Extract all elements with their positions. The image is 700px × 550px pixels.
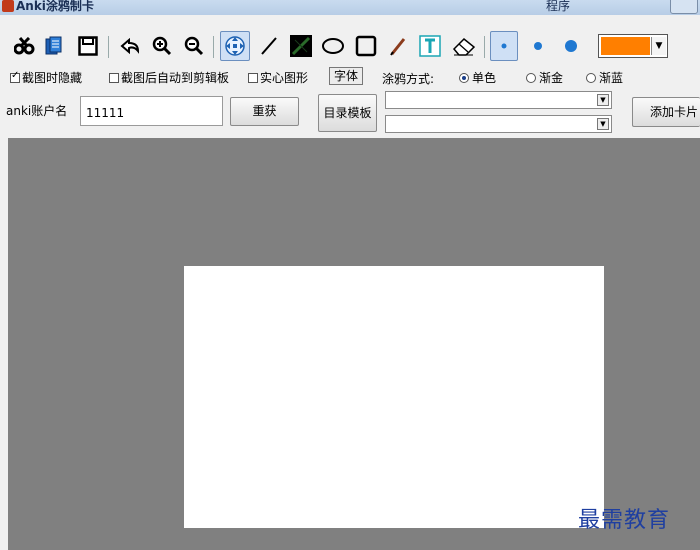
- chevron-down-icon[interactable]: ▼: [597, 94, 609, 106]
- brush-size-large-icon[interactable]: [558, 30, 584, 62]
- eraser-icon[interactable]: [450, 30, 478, 62]
- line-icon[interactable]: [258, 30, 280, 62]
- copy-after-capture-checkbox[interactable]: 截图后自动到剪辑板: [109, 69, 229, 86]
- toolbar: ▼: [0, 30, 700, 66]
- font-button[interactable]: 字体: [329, 67, 363, 85]
- fill-icon[interactable]: [288, 30, 314, 62]
- checkbox-label: 截图后自动到剪辑板: [121, 71, 230, 85]
- toolbar-separator: [213, 36, 214, 58]
- color-picker[interactable]: ▼: [598, 34, 668, 58]
- toolbar-separator: [108, 36, 109, 58]
- watermark: 最需教育: [578, 508, 671, 533]
- brush-size-medium-icon[interactable]: [526, 30, 550, 62]
- paint-mode-label: 涂鸦方式:: [382, 72, 435, 86]
- title-bar-text: 程序: [546, 0, 571, 13]
- radio-label: 单色: [472, 71, 497, 85]
- zoom-out-icon[interactable]: [182, 30, 206, 62]
- checkbox-label: 截图时隐藏: [22, 71, 83, 85]
- chevron-down-icon[interactable]: ▼: [597, 118, 609, 130]
- add-card-button[interactable]: 添加卡片: [632, 97, 700, 127]
- canvas-page[interactable]: [184, 266, 604, 528]
- move-icon[interactable]: [220, 31, 250, 61]
- save-icon[interactable]: [76, 30, 100, 62]
- reload-button[interactable]: 重获: [230, 97, 299, 126]
- radio-button[interactable]: [459, 72, 469, 83]
- current-color: [601, 37, 650, 55]
- paint-mode-gold-radio[interactable]: 渐金: [526, 69, 563, 86]
- paint-mode-blue-radio[interactable]: 渐蓝: [586, 69, 623, 86]
- copy-icon[interactable]: [42, 30, 66, 62]
- text-icon[interactable]: [418, 30, 442, 62]
- checkbox-label: 实心图形: [260, 71, 309, 85]
- cut-icon[interactable]: [12, 30, 38, 62]
- brush-size-small-icon[interactable]: [490, 31, 518, 61]
- radio-label: 渐金: [539, 71, 564, 85]
- checkbox-box[interactable]: [248, 72, 258, 83]
- paint-mode-solid-radio[interactable]: 单色: [459, 69, 496, 86]
- drawing-canvas[interactable]: [8, 138, 700, 550]
- account-input[interactable]: 11111: [80, 96, 223, 126]
- radio-label: 渐蓝: [599, 71, 624, 85]
- account-row: anki账户名 11111 重获 目录模板 ▼ ▼ 添加卡片: [0, 90, 700, 138]
- toolbar-separator: [484, 36, 485, 58]
- title-bar: Anki涂鸦制卡 程序: [0, 0, 700, 15]
- zoom-in-icon[interactable]: [150, 30, 174, 62]
- chevron-down-icon[interactable]: ▼: [651, 37, 666, 55]
- hide-on-capture-checkbox[interactable]: 截图时隐藏: [10, 69, 82, 86]
- solid-shape-checkbox[interactable]: 实心图形: [248, 69, 308, 86]
- window-title: Anki涂鸦制卡: [16, 0, 94, 13]
- minimize-button[interactable]: [670, 0, 698, 14]
- ellipse-icon[interactable]: [320, 30, 346, 62]
- rectangle-icon[interactable]: [353, 30, 379, 62]
- template-button[interactable]: 目录模板: [318, 94, 377, 132]
- app-icon: [2, 0, 14, 12]
- account-label: anki账户名: [6, 104, 68, 118]
- radio-button[interactable]: [586, 72, 596, 83]
- radio-button[interactable]: [526, 72, 536, 83]
- undo-icon[interactable]: [118, 30, 142, 62]
- deck-select[interactable]: ▼: [385, 91, 612, 109]
- options-row: 截图时隐藏 截图后自动到剪辑板 实心图形 字体 涂鸦方式: 单色 渐金 渐蓝: [0, 66, 700, 88]
- checkbox-box[interactable]: [109, 72, 119, 83]
- model-select[interactable]: ▼: [385, 115, 612, 133]
- pen-icon[interactable]: [386, 30, 410, 62]
- checkbox-box[interactable]: [10, 70, 20, 83]
